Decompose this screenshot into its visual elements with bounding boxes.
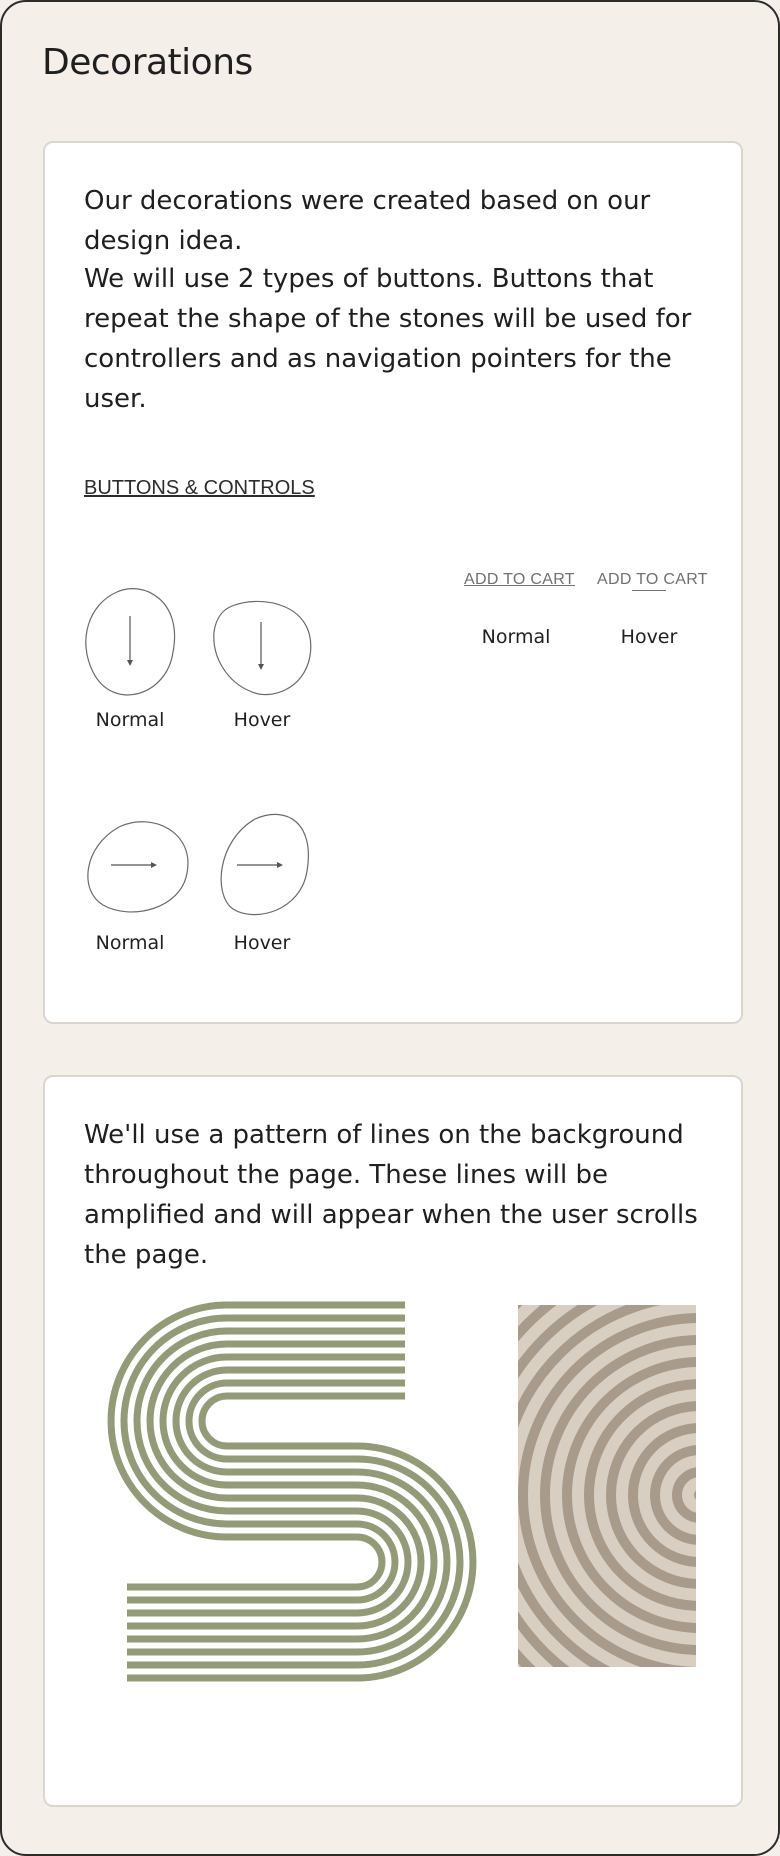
- stone-button-right-normal[interactable]: [83, 815, 193, 935]
- buttons-card: Our decorations were created based on ou…: [43, 141, 743, 1024]
- intro-paragraph: Our decorations were created based on ou…: [84, 186, 651, 256]
- stone-button-down-normal[interactable]: [83, 586, 193, 706]
- add-to-cart-normal-label: Normal: [481, 626, 551, 648]
- hover-underline: [632, 590, 666, 591]
- add-to-cart-hover-label: Hover: [620, 626, 678, 648]
- buttons-paragraph: We will use 2 types of buttons. Buttons …: [84, 264, 692, 414]
- buttons-controls-link[interactable]: BUTTONS & CONTROLS: [84, 477, 315, 500]
- stone-down-hover-label: Hover: [233, 709, 291, 731]
- stone-right-hover-label: Hover: [233, 932, 291, 954]
- stone-button-down-hover[interactable]: [212, 598, 322, 718]
- pattern-paragraph: We'll use a pattern of lines on the back…: [84, 1120, 698, 1270]
- arrow-right-icon: [237, 862, 283, 868]
- add-to-cart-button-hover[interactable]: ADD TO CART: [597, 571, 708, 589]
- arrow-down-icon: [258, 622, 264, 670]
- pattern-card: We'll use a pattern of lines on the back…: [43, 1075, 743, 1807]
- arrow-right-icon: [111, 862, 157, 868]
- line-pattern-graphic: [107, 1301, 477, 1682]
- arrow-down-icon: [127, 616, 133, 666]
- stone-button-right-hover[interactable]: [215, 811, 325, 931]
- decorations-panel: Decorations Our decorations were created…: [0, 0, 780, 1856]
- stone-right-normal-label: Normal: [95, 932, 165, 954]
- sand-ripples-image: [518, 1305, 696, 1667]
- add-to-cart-button-normal[interactable]: ADD TO CART: [464, 571, 575, 589]
- stone-down-normal-label: Normal: [95, 709, 165, 731]
- page-title: Decorations: [42, 42, 253, 83]
